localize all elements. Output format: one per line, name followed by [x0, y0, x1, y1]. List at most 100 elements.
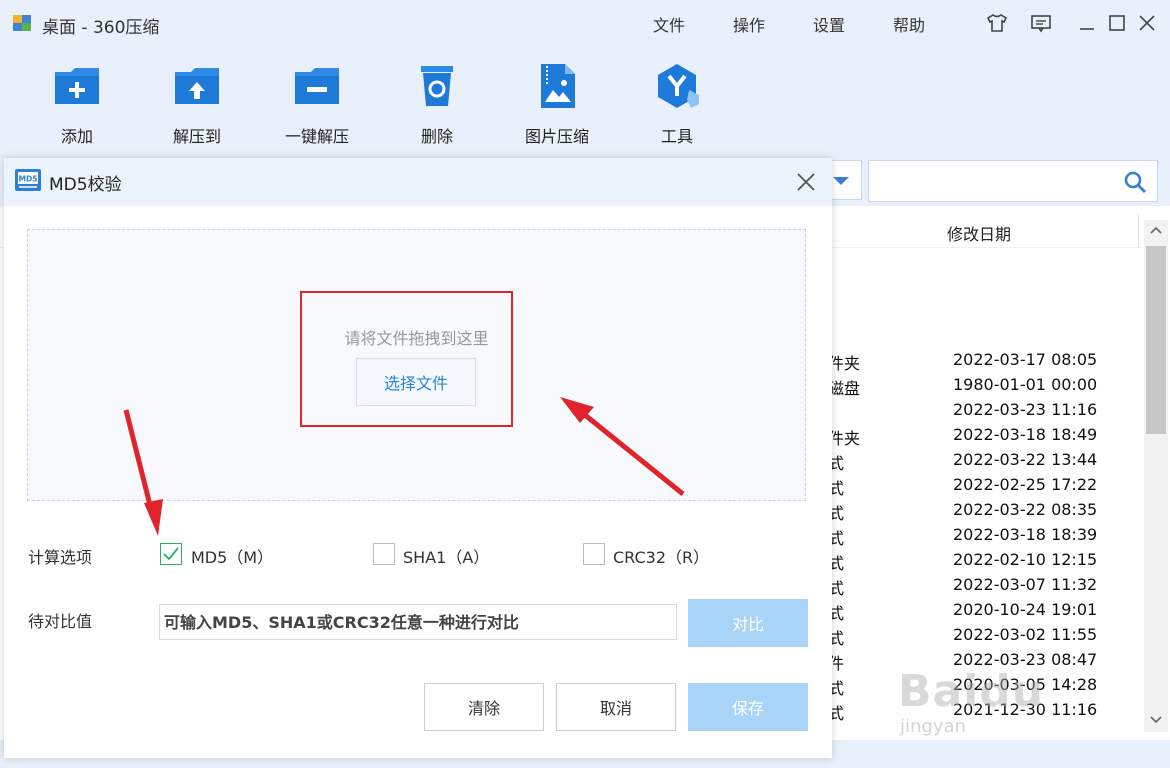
toolbar-extract-to-label: 解压到	[172, 127, 221, 146]
dialog-close-icon[interactable]	[794, 170, 818, 194]
scroll-up-icon[interactable]	[1149, 224, 1163, 238]
extract-to-icon	[175, 68, 219, 104]
scrollbar-thumb[interactable]	[1146, 246, 1166, 434]
column-header-modified-date[interactable]: 修改日期	[947, 221, 1011, 245]
minimize-icon[interactable]	[1074, 10, 1100, 36]
table-row[interactable]: 2022-03-23 11:16	[828, 400, 1138, 425]
watermark-subtext: jingyan	[900, 716, 966, 737]
maximize-icon[interactable]	[1104, 10, 1130, 36]
dialog-title-bar: MD5 MD5校验	[4, 158, 832, 206]
menu-help[interactable]: 帮助	[893, 12, 925, 36]
row-type: 件夹	[828, 354, 861, 373]
toolbar-tools-button[interactable]: 工具	[632, 62, 722, 147]
compare-value-input[interactable]	[159, 604, 677, 640]
toolbar-delete-label: 删除	[420, 127, 453, 146]
row-date: 2022-03-18 18:49	[953, 425, 1098, 444]
row-type: 式	[828, 579, 845, 598]
watermark-logo: Baidu	[898, 666, 1045, 717]
column-divider[interactable]	[1138, 214, 1139, 248]
toolbar-one-click-extract-label: 一键解压	[284, 127, 349, 146]
calc-options-label: 计算选项	[28, 548, 93, 567]
row-type: 式	[828, 604, 845, 623]
md5-dialog: MD5 MD5校验 请将文件拖拽到这里 选择文件 计算选项 MD5（M） SHA…	[4, 158, 832, 758]
table-row[interactable]: 式 2022-03-07 11:32	[828, 575, 1138, 600]
table-row[interactable]: 式 2022-02-10 12:15	[828, 550, 1138, 575]
table-row[interactable]: 式 2022-03-18 18:39	[828, 525, 1138, 550]
row-date: 2022-03-23 11:16	[953, 400, 1098, 419]
row-type: 式	[828, 704, 845, 723]
scroll-down-icon[interactable]	[1149, 712, 1163, 726]
row-type: 式	[828, 479, 845, 498]
tools-icon	[658, 64, 699, 108]
row-date: 1980-01-01 00:00	[953, 375, 1098, 394]
table-row[interactable]: 件夹 2022-03-17 08:05	[828, 350, 1138, 375]
menu-operation[interactable]: 操作	[733, 12, 765, 36]
clear-button[interactable]: 清除	[424, 683, 544, 731]
row-type: 式	[828, 554, 845, 573]
crc32-option-label[interactable]: CRC32（R）	[613, 544, 709, 568]
row-type: 磁盘	[828, 379, 861, 398]
md5-logo-icon: MD5	[15, 169, 41, 191]
table-row[interactable]: 式 2022-03-02 11:55	[828, 625, 1138, 650]
toolbar-one-click-extract-button[interactable]: 一键解压	[272, 62, 362, 147]
row-type: 件	[828, 654, 845, 673]
save-button[interactable]: 保存	[688, 683, 808, 731]
row-date: 2022-02-10 12:15	[953, 550, 1098, 569]
skin-icon[interactable]	[984, 10, 1010, 36]
table-row[interactable]: 式 2020-10-24 19:01	[828, 600, 1138, 625]
row-date: 2020-10-24 19:01	[953, 600, 1098, 619]
feedback-icon[interactable]	[1028, 10, 1054, 36]
toolbar-add-label: 添加	[60, 127, 93, 146]
toolbar-tools-label: 工具	[660, 127, 693, 146]
path-dropdown-button[interactable]	[828, 160, 862, 200]
row-date: 2022-03-17 08:05	[953, 350, 1098, 369]
row-date: 2022-03-22 13:44	[953, 450, 1098, 469]
row-type: 式	[828, 454, 845, 473]
toolbar-extract-to-button[interactable]: 解压到	[152, 62, 242, 147]
row-type: 式	[828, 629, 845, 648]
table-row[interactable]: 式 2022-03-22 08:35	[828, 500, 1138, 525]
row-date: 2022-03-02 11:55	[953, 625, 1098, 644]
toolbar-delete-button[interactable]: 删除	[392, 62, 482, 147]
md5-logo-text: MD5	[19, 175, 38, 184]
title-bar: 桌面 - 360压缩 文件 操作 设置 帮助	[0, 0, 1170, 46]
recycle-bin-icon	[421, 66, 453, 106]
cancel-button[interactable]: 取消	[556, 683, 676, 731]
sha1-checkbox[interactable]	[373, 543, 395, 565]
row-type: 式	[828, 529, 845, 548]
table-row[interactable]: 式 2022-02-25 17:22	[828, 475, 1138, 500]
app-title: 桌面 - 360压缩	[42, 18, 160, 38]
add-folder-icon	[55, 68, 99, 104]
row-date: 2022-03-22 08:35	[953, 500, 1098, 519]
toolbar-add-button[interactable]: 添加	[32, 62, 122, 147]
check-icon	[163, 547, 179, 561]
md5-checkbox[interactable]	[160, 543, 182, 565]
close-icon[interactable]	[1134, 10, 1160, 36]
table-row[interactable]: 磁盘 1980-01-01 00:00	[828, 375, 1138, 400]
row-date: 2022-03-07 11:32	[953, 575, 1098, 594]
row-type: 式	[828, 679, 845, 698]
menu-settings[interactable]: 设置	[813, 12, 845, 36]
compare-value-label: 待对比值	[28, 612, 93, 631]
toolbar-image-compress-label: 图片压缩	[524, 127, 589, 146]
search-input[interactable]	[868, 160, 1158, 202]
row-date: 2022-03-18 18:39	[953, 525, 1098, 544]
one-click-extract-icon	[295, 68, 339, 104]
table-row[interactable]: 式 2022-03-22 13:44	[828, 450, 1138, 475]
app-logo-icon	[13, 15, 31, 31]
toolbar: 添加 解压到 一键解压 删除 图片压缩 工具	[0, 46, 1170, 158]
toolbar-image-compress-button[interactable]: 图片压缩	[512, 62, 602, 147]
row-type: 件夹	[828, 429, 861, 448]
annotation-highlight-box	[300, 291, 513, 427]
sha1-option-label[interactable]: SHA1（A）	[403, 544, 489, 568]
image-compress-icon	[541, 64, 575, 108]
crc32-checkbox[interactable]	[583, 543, 605, 565]
table-row[interactable]: 件夹 2022-03-18 18:49	[828, 425, 1138, 450]
menu-file[interactable]: 文件	[653, 12, 685, 36]
row-type: 式	[828, 504, 845, 523]
dialog-title: MD5校验	[49, 175, 122, 195]
row-date: 2022-02-25 17:22	[953, 475, 1098, 494]
md5-option-label[interactable]: MD5（M）	[191, 544, 273, 568]
search-icon	[1124, 171, 1146, 193]
compare-button[interactable]: 对比	[688, 599, 808, 647]
